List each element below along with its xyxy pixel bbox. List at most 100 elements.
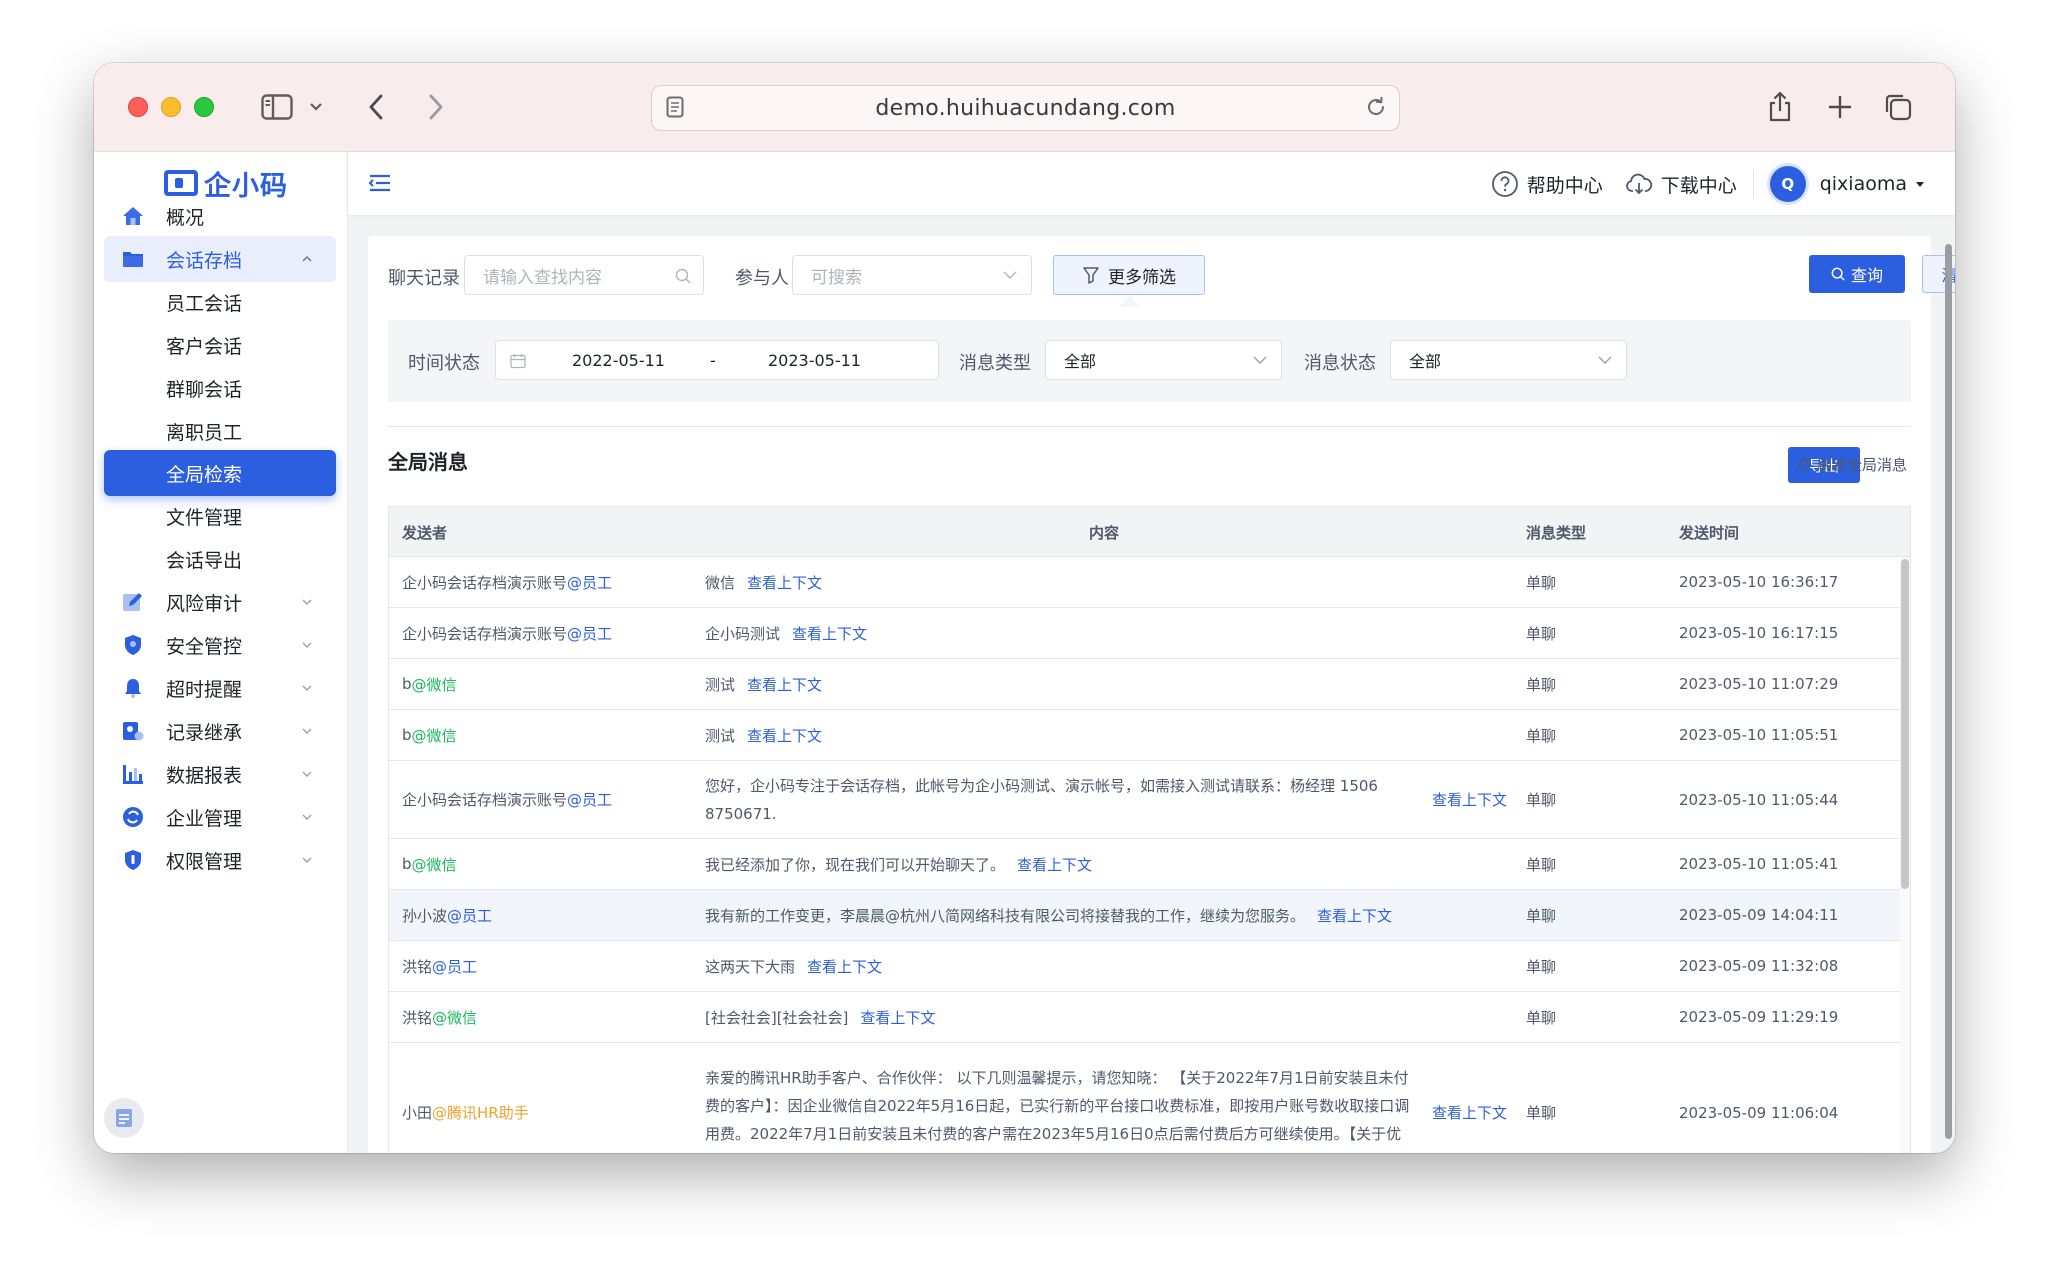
chevron-down-icon bbox=[1598, 356, 1612, 364]
table-row[interactable]: b @微信 测试 查看上下文 单聊 2023-05-10 11:05:51 bbox=[389, 710, 1910, 761]
menu-collapse-icon[interactable] bbox=[368, 172, 392, 194]
reload-icon[interactable] bbox=[1365, 96, 1387, 124]
page-scrollbar[interactable] bbox=[1943, 244, 1953, 1144]
sender-cell: 企小码会话存档演示账号 @员工 bbox=[402, 608, 692, 658]
table-scrollbar[interactable] bbox=[1900, 557, 1910, 1153]
table-row[interactable]: 企小码会话存档演示账号 @员工 微信 查看上下文 单聊 2023-05-10 16:36:… bbox=[389, 557, 1910, 608]
chevron-down-icon[interactable] bbox=[306, 89, 326, 125]
floating-assistant-button[interactable] bbox=[104, 1098, 144, 1138]
sender-cell: b @微信 bbox=[402, 659, 692, 709]
message-content: [社会社会][社会社会] bbox=[705, 1008, 849, 1027]
date-range-picker[interactable]: 2022-05-11 - 2023-05-11 bbox=[495, 340, 939, 380]
message-type-select[interactable]: 全部 bbox=[1045, 340, 1282, 380]
message-content: 您好，企小码专注于会话存档，此帐号为企小码测试、演示帐号，如需接入测试请联系：杨… bbox=[705, 776, 1378, 823]
tabs-overview-icon[interactable] bbox=[1880, 89, 1916, 125]
view-context-link[interactable]: 查看上下文 bbox=[860, 1007, 935, 1028]
sidebar-item-overview[interactable]: 概况 bbox=[104, 193, 336, 239]
view-context-link[interactable]: 查看上下文 bbox=[807, 956, 882, 977]
sender-name: b bbox=[402, 726, 412, 744]
message-status-select[interactable]: 全部 bbox=[1390, 340, 1627, 380]
view-context-link[interactable]: 查看上下文 bbox=[1432, 1102, 1507, 1123]
sidebar-item-data-report[interactable]: 数据报表 bbox=[104, 751, 336, 797]
share-icon[interactable] bbox=[1762, 89, 1798, 125]
table-row[interactable]: b @微信 我已经添加了你，现在我们可以开始聊天了。 查看上下文 单聊 2023-05-1… bbox=[389, 839, 1910, 890]
date-start[interactable]: 2022-05-11 bbox=[572, 351, 665, 370]
view-context-link[interactable]: 查看上下文 bbox=[747, 572, 822, 593]
close-window-button[interactable] bbox=[128, 97, 148, 117]
sidebar-item-group-chat[interactable]: 群聊会话 bbox=[104, 365, 336, 411]
table-scrollbar-thumb[interactable] bbox=[1901, 559, 1909, 889]
zoom-window-button[interactable] bbox=[194, 97, 214, 117]
page-scrollbar-thumb[interactable] bbox=[1945, 244, 1952, 1139]
table-row[interactable]: 孙小波 @员工 我有新的工作变更，李晨晨@杭州八简网络科技有限公司将接替我的工作，继… bbox=[389, 890, 1910, 941]
sidebar-item-security-control[interactable]: 安全管控 bbox=[104, 622, 336, 668]
download-center-button[interactable]: 下载中心 bbox=[1619, 171, 1743, 198]
chevron-down-icon bbox=[302, 814, 312, 820]
sidebar-item-chat-archive[interactable]: 会话存档 bbox=[104, 236, 336, 282]
user-menu[interactable]: Q qixiaoma bbox=[1764, 166, 1931, 202]
refresh-messages-button[interactable]: 刷新全局消息 bbox=[1797, 454, 1907, 475]
view-context-link[interactable]: 查看上下文 bbox=[747, 725, 822, 746]
sidebar-item-customer-chat[interactable]: 客户会话 bbox=[104, 322, 336, 368]
sidebar-item-label: 员工会话 bbox=[166, 292, 243, 315]
refresh-label: 刷新全局消息 bbox=[1816, 456, 1907, 474]
query-button[interactable]: 查询 bbox=[1809, 255, 1905, 293]
folder-icon bbox=[121, 247, 145, 271]
chat-search-input[interactable]: 请输入查找内容 bbox=[464, 255, 704, 295]
content-cell: 这两天下大雨 查看上下文 bbox=[705, 941, 1525, 991]
sidebar-item-permission-management[interactable]: 权限管理 bbox=[104, 837, 336, 883]
forward-arrow-icon[interactable] bbox=[424, 89, 448, 125]
send-time-cell: 2023-05-10 11:05:44 bbox=[1679, 790, 1839, 809]
chevron-up-icon bbox=[302, 256, 312, 262]
view-context-link[interactable]: 查看上下文 bbox=[1017, 854, 1092, 875]
more-filters-button[interactable]: 更多筛选 bbox=[1053, 255, 1205, 295]
sidebar-item-label: 全局检索 bbox=[166, 463, 243, 486]
sidebar-item-employee-chat[interactable]: 员工会话 bbox=[104, 279, 336, 325]
table-row[interactable]: 洪铭 @员工 这两天下大雨 查看上下文 单聊 2023-05-09 11:32:08 bbox=[389, 941, 1910, 992]
participant-select[interactable]: 可搜索 bbox=[792, 255, 1032, 295]
sidebar-item-company-management[interactable]: 企业管理 bbox=[104, 794, 336, 840]
address-bar[interactable]: demo.huihuacundang.com bbox=[651, 85, 1400, 131]
sender-name: 小田 bbox=[402, 1104, 433, 1122]
sidebar-item-global-search[interactable]: 全局检索 bbox=[104, 450, 336, 496]
chevron-down-icon bbox=[1253, 356, 1267, 364]
table-row[interactable]: 小田 @腾讯HR助手 亲爱的腾讯HR助手客户、合作伙伴： 以下几则温馨提示，请您知晓… bbox=[389, 1043, 1910, 1153]
view-context-link[interactable]: 查看上下文 bbox=[747, 674, 822, 695]
chevron-down-icon bbox=[302, 857, 312, 863]
sidebar-item-risk-audit[interactable]: 风险审计 bbox=[104, 579, 336, 625]
sidebar-item-chat-export[interactable]: 会话导出 bbox=[104, 536, 336, 582]
back-arrow-icon[interactable] bbox=[364, 89, 388, 125]
view-context-link[interactable]: 查看上下文 bbox=[1432, 789, 1507, 810]
sender-name: 洪铭 bbox=[402, 957, 433, 976]
send-time-cell: 2023-05-09 11:32:08 bbox=[1679, 957, 1839, 975]
send-time-cell: 2023-05-09 11:06:04 bbox=[1679, 1103, 1839, 1122]
sidebar-item-label: 权限管理 bbox=[166, 850, 243, 873]
table-row[interactable]: 洪铭 @微信 [社会社会][社会社会] 查看上下文 单聊 2023-05-09 11:29… bbox=[389, 992, 1910, 1043]
view-context-link[interactable]: 查看上下文 bbox=[792, 623, 867, 644]
content-cell: 亲爱的腾讯HR助手客户、合作伙伴： 以下几则温馨提示，请您知晓： 【关于2022… bbox=[705, 1043, 1525, 1154]
sidebar-item-timeout-reminder[interactable]: 超时提醒 bbox=[104, 665, 336, 711]
content-cell: 测试 查看上下文 bbox=[705, 710, 1525, 760]
minimize-window-button[interactable] bbox=[161, 97, 181, 117]
refresh-circle-icon bbox=[121, 805, 145, 829]
sender-name: b bbox=[402, 855, 412, 873]
refresh-icon bbox=[1798, 458, 1810, 471]
new-tab-icon[interactable] bbox=[1823, 89, 1857, 125]
sidebar-item-file-management[interactable]: 文件管理 bbox=[104, 493, 336, 539]
chevron-down-icon bbox=[302, 599, 312, 605]
browser-window: demo.huihuacundang.com 企小码 概况 会话存档 员工会话 … bbox=[94, 63, 1955, 1153]
view-context-link[interactable]: 查看上下文 bbox=[1317, 905, 1392, 926]
date-end[interactable]: 2023-05-11 bbox=[768, 351, 861, 370]
sidebar-item-label: 记录继承 bbox=[166, 721, 243, 744]
help-center-button[interactable]: 帮助中心 bbox=[1485, 170, 1609, 198]
sidebar-toggle-icon[interactable] bbox=[258, 89, 296, 125]
message-content: 亲爱的腾讯HR助手客户、合作伙伴： 以下几则温馨提示，请您知晓： 【关于2022… bbox=[705, 1068, 1410, 1154]
table-row[interactable]: 企小码会话存档演示账号 @员工 您好，企小码专注于会话存档，此帐号为企小码测试、演示… bbox=[389, 761, 1910, 839]
table-row[interactable]: b @微信 测试 查看上下文 单聊 2023-05-10 11:07:29 bbox=[389, 659, 1910, 710]
table-row[interactable]: 企小码会话存档演示账号 @员工 企小码测试 查看上下文 单聊 2023-05-10 16:… bbox=[389, 608, 1910, 659]
sidebar-item-record-inherit[interactable]: 记录继承 bbox=[104, 708, 336, 754]
sidebar-item-resigned-staff[interactable]: 离职员工 bbox=[104, 408, 336, 454]
sender-cell: 洪铭 @微信 bbox=[402, 992, 692, 1042]
send-time-cell: 2023-05-10 16:17:15 bbox=[1679, 624, 1839, 642]
header-divider bbox=[1752, 170, 1754, 198]
